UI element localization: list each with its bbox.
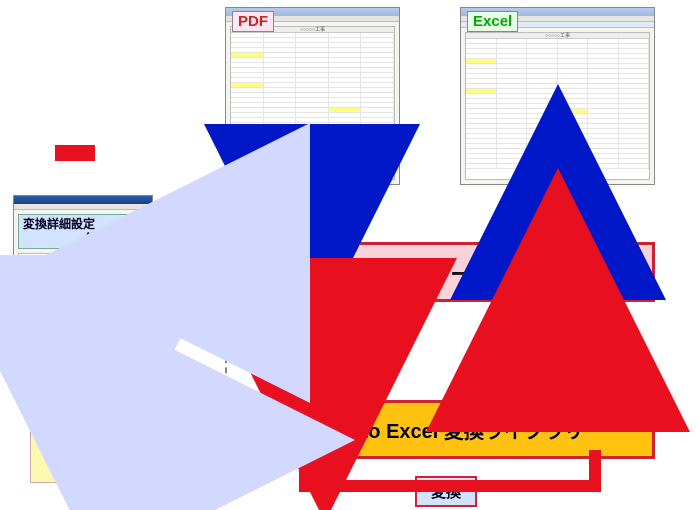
- note-sub: （複数作成可能）: [37, 452, 143, 465]
- application-box: アプリケーション: [245, 242, 655, 302]
- red-bar-decoration: [55, 145, 95, 161]
- settings-file-note: 変換詳細設定 ファイル （複数作成可能）: [30, 405, 150, 483]
- note-fold-icon: [132, 405, 150, 423]
- library-box: PDF to Excel 変換ライブラリ: [245, 400, 655, 459]
- optional-label: （任意）: [158, 200, 218, 221]
- application-label: アプリケーション: [358, 261, 542, 287]
- apply-label: 適用: [190, 442, 220, 463]
- dialog-line2: ダイアログ: [23, 231, 143, 245]
- pdf-thumbnail: ○○○○○工事 PDF: [225, 7, 400, 185]
- settings-dialog-thumbnail: 変換詳細設定 ダイアログ: [13, 195, 153, 345]
- excel-badge: Excel: [467, 11, 518, 32]
- convert-label-box: 変換: [415, 476, 477, 507]
- dialog-line1: 変換詳細設定: [23, 217, 95, 231]
- launch-label: 起動: [190, 286, 220, 307]
- note-line2: ファイル: [37, 431, 143, 448]
- convert-label: 変換: [431, 484, 461, 501]
- note-line1: 変換詳細設定: [37, 414, 115, 429]
- excel-thumbnail: ○○○○○工事 Excel: [460, 7, 655, 185]
- gen-change-label: 生成・変更: [38, 355, 113, 376]
- library-label: PDF to Excel 変換ライブラリ: [316, 421, 584, 443]
- dashed-divider: [225, 195, 227, 495]
- pdf-badge: PDF: [232, 11, 274, 32]
